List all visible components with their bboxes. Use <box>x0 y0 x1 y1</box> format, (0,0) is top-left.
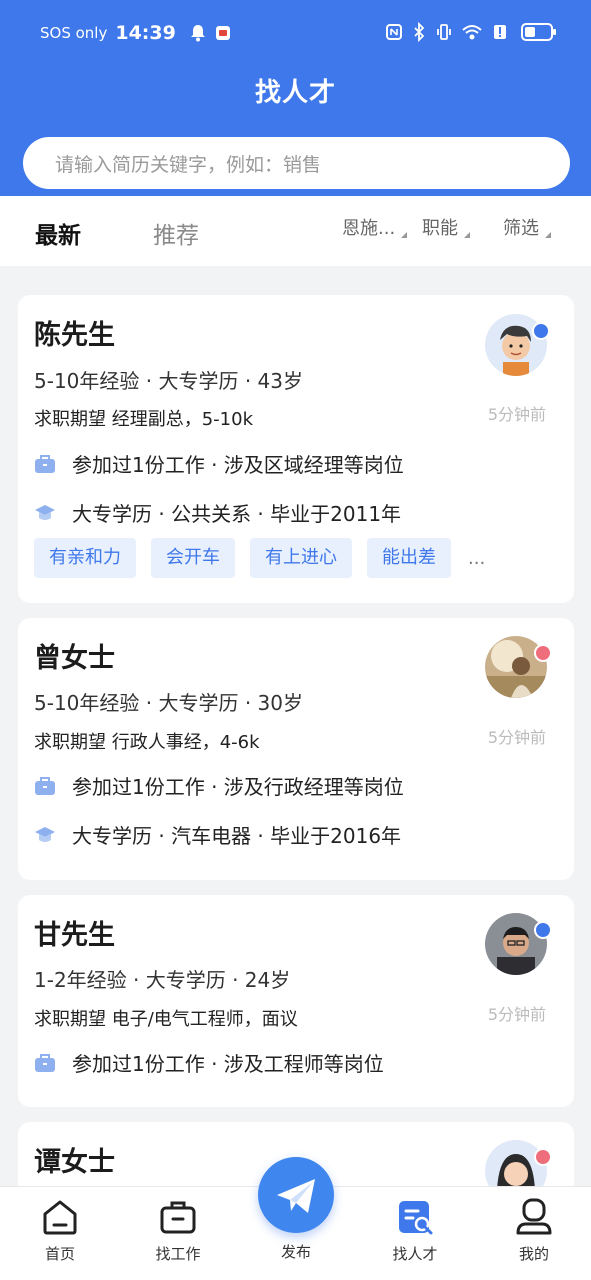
education: 大专学历 · 汽车电器 · 毕业于2016年 <box>34 820 401 849</box>
candidate-name: 曾女士 <box>34 643 115 674</box>
update-time: 5分钟前 <box>487 1005 546 1024</box>
briefcase-nav-icon <box>160 1201 196 1234</box>
page-title: 找人才 <box>254 78 336 108</box>
tag: 有上进心 <box>250 538 352 578</box>
more-tags-ellipsis: ... <box>468 547 486 569</box>
status-bar: SOS only 14:39 <box>0 0 591 66</box>
dropdown-triangle-icon <box>464 232 470 238</box>
nav-find-talent-label: 找人才 <box>392 1245 438 1263</box>
nav-home-label: 首页 <box>44 1245 75 1263</box>
tag: 会开车 <box>151 538 235 578</box>
publish-button[interactable] <box>258 1157 334 1233</box>
job-expectation: 求职期望 经理副总，5-10k <box>34 409 253 430</box>
education: 大专学历 · 公共关系 · 毕业于2011年 <box>34 498 401 527</box>
briefcase-icon <box>35 776 55 795</box>
work-history: 参加过1份工作 · 涉及区域经理等岗位 <box>34 449 404 478</box>
publish-label: 发布 <box>280 1243 311 1261</box>
user-icon <box>516 1198 552 1235</box>
battery-icon <box>521 23 556 41</box>
resume-card[interactable]: 甘先生 1-2年经验 · 大专学历 · 24岁 求职期望 电子/电气工程师，面议… <box>18 895 574 1107</box>
candidate-meta: 5-10年经验 · 大专学历 · 30岁 <box>34 691 303 715</box>
tag-list: 有亲和力 会开车 有上进心 能出差 ... <box>34 538 485 578</box>
candidate-name: 谭女士 <box>34 1147 115 1178</box>
briefcase-icon <box>35 1053 55 1072</box>
nav-home[interactable]: 首页 <box>20 1197 100 1264</box>
filter-location[interactable]: 恩施... <box>342 214 408 240</box>
female-badge-icon <box>534 644 552 662</box>
resume-card[interactable]: 曾女士 5-10年经验 · 大专学历 · 30岁 求职期望 行政人事经，4-6k… <box>18 618 574 880</box>
candidate-meta: 5-10年经验 · 大专学历 · 43岁 <box>34 369 303 393</box>
job-expectation: 求职期望 行政人事经，4-6k <box>34 732 260 753</box>
nav-find-talent[interactable]: 找人才 <box>375 1197 455 1264</box>
job-expectation: 求职期望 电子/电气工程师，面议 <box>34 1009 298 1030</box>
update-time: 5分钟前 <box>487 728 546 747</box>
alert-icon <box>494 25 506 39</box>
candidate-meta: 1-2年经验 · 大专学历 · 24岁 <box>34 968 291 992</box>
dropdown-triangle-icon <box>545 232 551 238</box>
graduation-cap-icon <box>35 504 55 520</box>
male-badge-icon <box>534 921 552 939</box>
tab-latest[interactable]: 最新 <box>35 216 81 250</box>
tag: 有亲和力 <box>34 538 136 578</box>
update-time: 5分钟前 <box>487 405 546 424</box>
tab-bar: 最新 推荐 恩施... 职能 筛选 <box>0 196 591 266</box>
resume-card[interactable]: 陈先生 5-10年经验 · 大专学历 · 43岁 求职期望 经理副总，5-10k… <box>18 295 574 603</box>
nav-mine-label: 我的 <box>518 1245 549 1263</box>
graduation-cap-icon <box>35 826 55 842</box>
tab-recommend[interactable]: 推荐 <box>153 216 199 250</box>
bell-icon <box>190 25 205 42</box>
candidate-name: 陈先生 <box>34 320 115 351</box>
header: SOS only 14:39 找人才 请输入简历关键字，例如：销售 <box>0 0 591 196</box>
search-input[interactable]: 请输入简历关键字，例如：销售 <box>23 137 570 189</box>
app-notification-icon <box>215 26 230 40</box>
talent-search-icon <box>399 1201 433 1235</box>
home-icon <box>43 1200 77 1235</box>
nav-mine[interactable]: 我的 <box>494 1197 574 1264</box>
carrier-text: SOS only <box>40 24 108 42</box>
male-badge-icon <box>532 322 550 340</box>
paper-plane-icon <box>277 1179 315 1213</box>
dropdown-triangle-icon <box>401 232 408 238</box>
search-placeholder: 请输入简历关键字，例如：销售 <box>55 153 322 176</box>
tag: 能出差 <box>367 538 451 578</box>
nfc-icon <box>386 24 402 40</box>
nav-find-job-label: 找工作 <box>155 1245 201 1263</box>
briefcase-icon <box>35 454 55 473</box>
nav-find-job[interactable]: 找工作 <box>138 1197 218 1264</box>
vibrate-icon <box>437 24 451 40</box>
bluetooth-icon <box>414 22 425 42</box>
work-history: 参加过1份工作 · 涉及行政经理等岗位 <box>34 771 404 800</box>
female-badge-icon <box>534 1148 552 1166</box>
filter-function[interactable]: 职能 <box>422 214 470 240</box>
filter-screen[interactable]: 筛选 <box>503 214 551 240</box>
work-history: 参加过1份工作 · 涉及工程师等岗位 <box>34 1048 384 1077</box>
clock: 14:39 <box>115 22 176 44</box>
candidate-name: 甘先生 <box>34 920 115 951</box>
wifi-icon <box>462 25 482 40</box>
